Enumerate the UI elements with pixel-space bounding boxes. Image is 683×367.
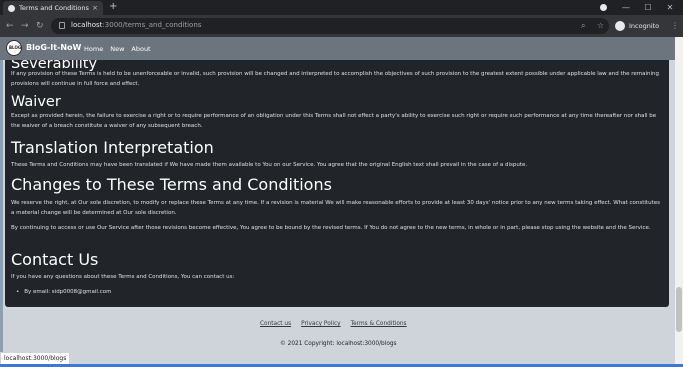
site-navbar: BLOG BloG-It-NoW Home New About — [0, 37, 675, 60]
blog-logo-icon[interactable]: BLOG — [6, 40, 22, 56]
paragraph-changes-1: We reserve the right, at Our sole discre… — [11, 200, 660, 216]
maximize-button[interactable]: ☐ — [637, 3, 659, 12]
nav-about-link[interactable]: About — [131, 45, 150, 53]
paragraph-changes-2: By continuing to access or use Our Servi… — [11, 225, 651, 231]
footer-contact-link[interactable]: Contact us — [260, 321, 291, 327]
nav-links: Home New About — [84, 45, 151, 53]
incognito-indicator-icon — [600, 4, 607, 11]
heading-waiver: Waiver — [11, 94, 61, 110]
heading-translation: Translation Interpretation — [11, 138, 214, 157]
paragraph-waiver: Except as provided herein, the failure t… — [11, 113, 657, 129]
info-icon[interactable] — [59, 22, 65, 29]
paragraph-severability: If any provision of these Terms is held … — [11, 71, 659, 87]
page-scrollbar-thumb[interactable] — [676, 287, 682, 332]
back-button[interactable]: ← — [6, 20, 14, 32]
footer-privacy-link[interactable]: Privacy Policy — [301, 321, 341, 327]
nav-new-link[interactable]: New — [110, 45, 124, 53]
tab-close-icon[interactable]: × — [92, 4, 98, 12]
window-controls: — ☐ ✕ — [615, 0, 681, 15]
reload-button[interactable]: ↻ — [36, 20, 44, 32]
incognito-label: Incognito — [629, 22, 660, 30]
favicon-icon — [8, 4, 15, 12]
address-bar[interactable]: localhost:3000/terms_and_conditions ⌕ ☆ — [51, 18, 609, 34]
footer-links: Contact us Privacy Policy Terms & Condit… — [260, 321, 407, 327]
new-tab-button[interactable]: + — [109, 2, 117, 12]
browser-menu-icon[interactable]: ⋮ — [671, 21, 679, 30]
url-text[interactable]: localhost:3000/terms_and_conditions — [71, 21, 201, 29]
browser-toolbar: ← → ↻ localhost:3000/terms_and_condition… — [0, 15, 683, 37]
incognito-profile-button[interactable]: Incognito — [615, 18, 665, 34]
minimize-button[interactable]: — — [615, 3, 637, 12]
heading-changes: Changes to These Terms and Conditions — [11, 175, 332, 194]
incognito-icon — [615, 21, 625, 31]
heading-contact: Contact Us — [11, 250, 99, 269]
zoom-icon[interactable]: ⌕ — [581, 21, 585, 31]
bookmark-star-icon[interactable]: ☆ — [597, 21, 604, 30]
terms-card: Severability If any provision of these T… — [5, 57, 669, 307]
contact-email-item: By email: sidp0008@gmail.com — [16, 289, 111, 295]
paragraph-contact: If you have any questions about these Te… — [11, 274, 235, 280]
page-viewport: Severability If any provision of these T… — [0, 37, 683, 367]
close-window-button[interactable]: ✕ — [659, 3, 681, 12]
tab-terms-and-conditions[interactable]: Terms and Conditions × — [3, 1, 103, 15]
forward-button[interactable]: → — [21, 20, 29, 32]
footer-terms-link[interactable]: Terms & Conditions — [351, 321, 407, 327]
brand-name[interactable]: BloG-It-NoW — [26, 43, 81, 52]
tab-title: Terms and Conditions — [19, 4, 89, 12]
nav-home-link[interactable]: Home — [84, 45, 103, 53]
browser-tabstrip: Terms and Conditions × + — ☐ ✕ — [0, 0, 683, 15]
paragraph-translation: These Terms and Conditions may have been… — [11, 162, 528, 168]
left-edge-strip — [0, 37, 3, 367]
footer-copyright: © 2021 Copyright: localhost:3000/blogs — [280, 341, 397, 347]
